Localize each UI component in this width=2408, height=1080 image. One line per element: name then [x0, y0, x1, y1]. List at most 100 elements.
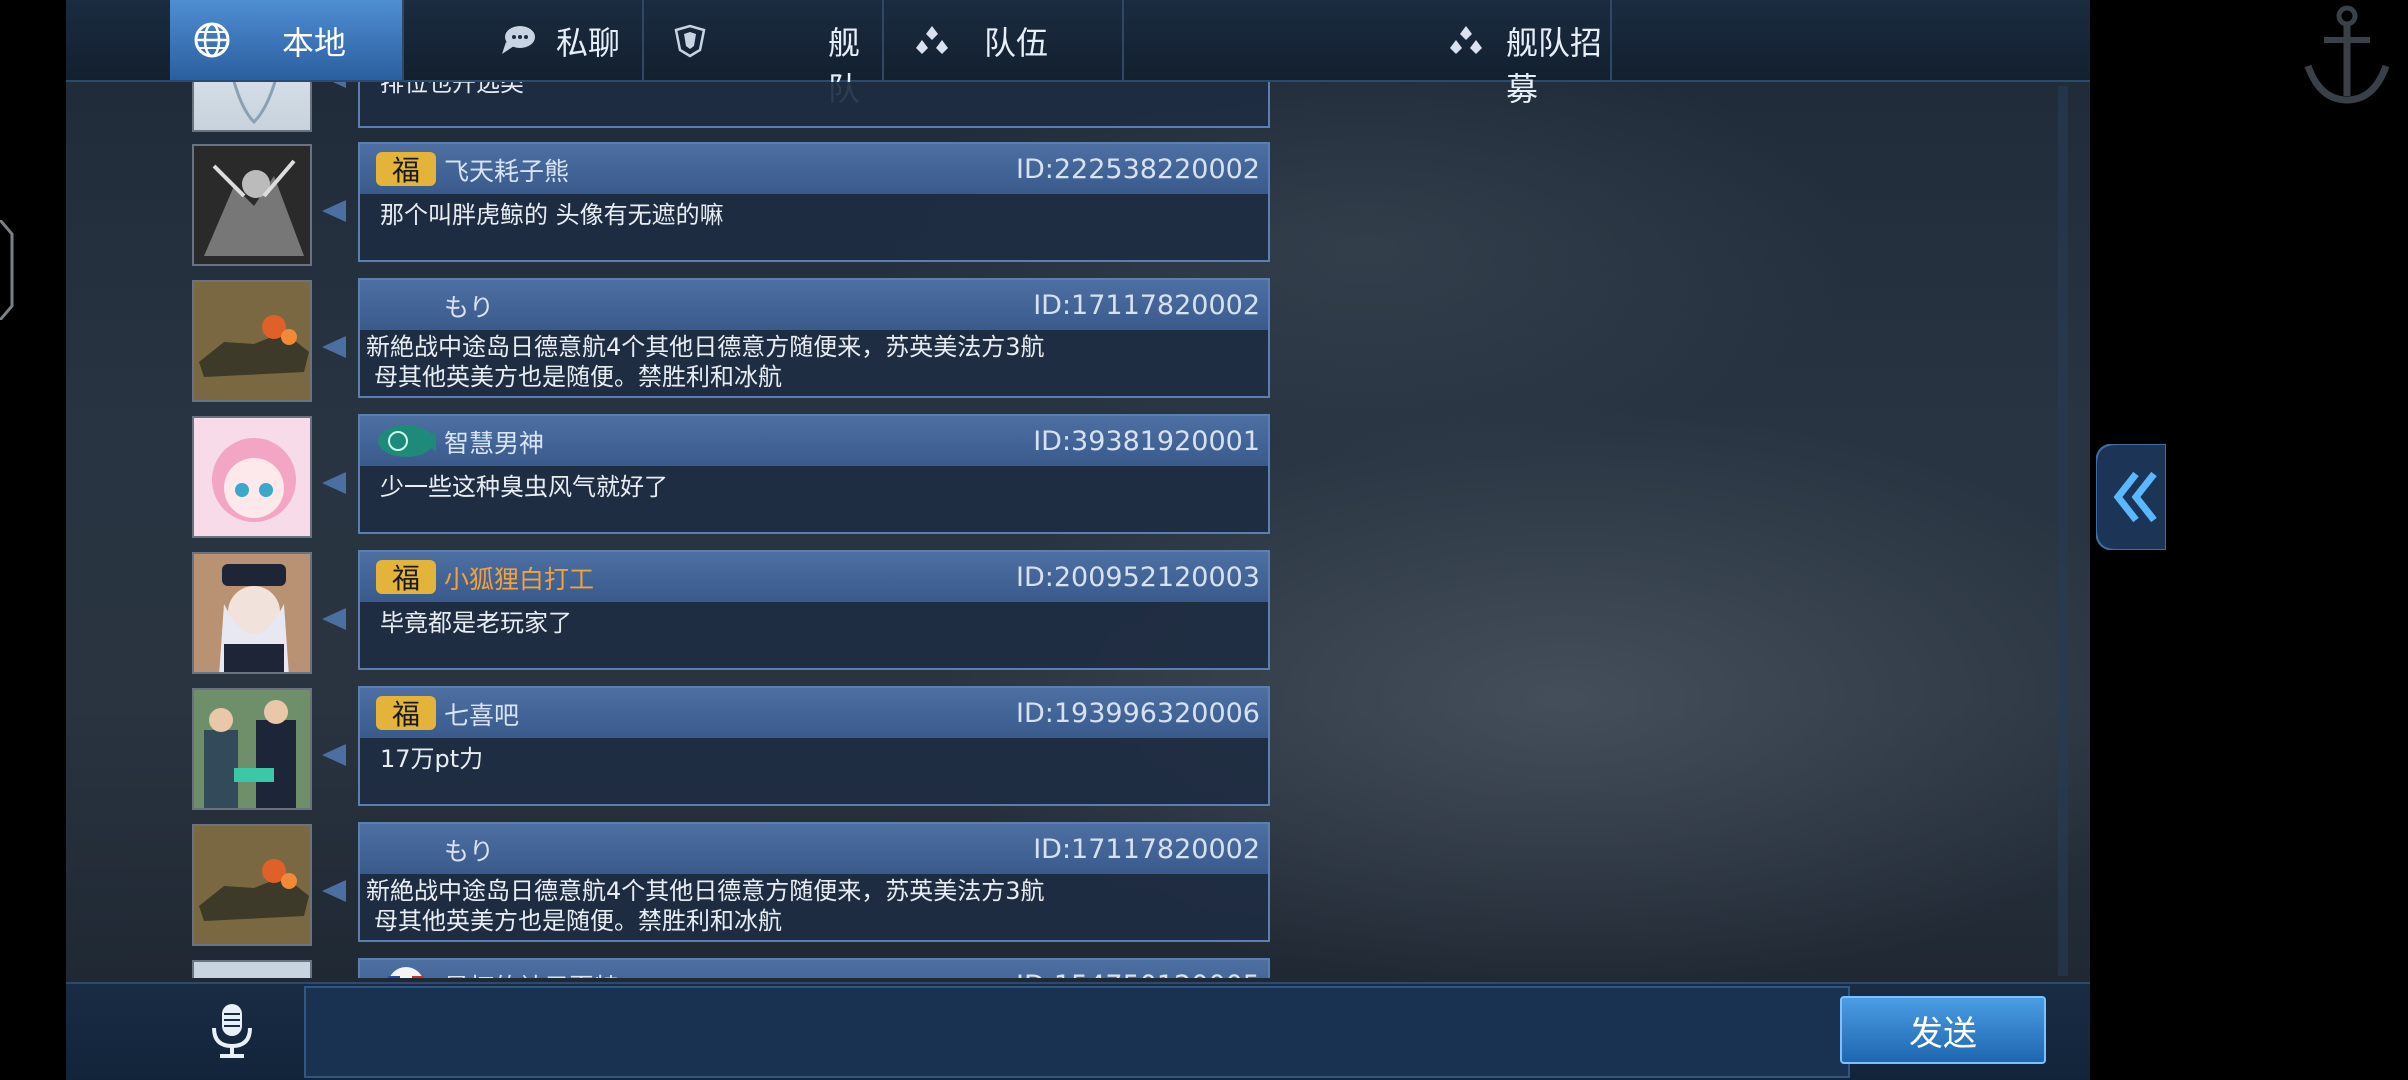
avatar[interactable] [192, 416, 312, 538]
tab-team[interactable]: 队伍 [884, 0, 1124, 80]
avatar[interactable] [192, 280, 312, 402]
tab-local[interactable]: 本地 [170, 0, 404, 80]
bubble-pointer [322, 744, 346, 766]
chat-scrollbar[interactable] [2058, 86, 2068, 976]
message-text: 毕竟都是老玩家了 [380, 609, 572, 637]
avatar[interactable] [192, 82, 312, 132]
message-header: 是杯的神子夏特 ID:154750120005 [360, 960, 1268, 978]
bubble-pointer [322, 82, 346, 88]
fu-badge-icon: 福 [376, 696, 436, 731]
message-bubble: 是杯的神子夏特 ID:154750120005 [358, 958, 1270, 978]
sender-id: ID:154750120005 [1016, 970, 1260, 978]
tab-fleet[interactable]: 舰队 [644, 0, 884, 108]
message-header: 智慧男神 ID:39381920001 [360, 416, 1268, 466]
list-item: 福 七喜吧 ID:193996320006 17万pt力 [166, 686, 1356, 814]
side-handle [0, 220, 14, 320]
flag-badge-icon [388, 967, 424, 978]
message-header: 福 七喜吧 ID:193996320006 [360, 688, 1268, 738]
globe-icon [194, 22, 230, 58]
bubble-pointer [322, 880, 346, 902]
message-line: 母其他英美方也是随便。禁胜利和冰航 [374, 363, 782, 391]
avatar-image [194, 690, 310, 808]
svg-text:福: 福 [392, 154, 420, 187]
avatar-image [194, 282, 310, 400]
avatar-image [194, 418, 310, 536]
list-item: もり ID:17117820002 新絶战中途岛日德意航4个其他日德意方随便来，… [166, 278, 1356, 406]
list-item: 福 飞天耗子熊 ID:222538220002 那个叫胖虎鲸的 头像有无遮的嘛 [166, 142, 1356, 270]
sender-name[interactable]: 是杯的神子夏特 [444, 968, 619, 978]
sender-name[interactable]: 小狐狸白打工 [444, 560, 594, 596]
avatar[interactable] [192, 688, 312, 810]
chat-input[interactable] [304, 986, 1850, 1078]
message-line: 母其他英美方也是随便。禁胜利和冰航 [374, 907, 782, 935]
svg-text:福: 福 [392, 562, 420, 595]
sender-name[interactable]: 七喜吧 [444, 696, 519, 732]
chat-message-list[interactable]: 排位也开选类 福 飞天耗子熊 ID:222538220002 那个叫胖虎鲸的 头… [166, 82, 1356, 978]
avatar[interactable] [192, 824, 312, 946]
bubble-pointer [322, 472, 346, 494]
send-button[interactable]: 发送 [1840, 996, 2046, 1064]
sender-id: ID:39381920001 [1033, 426, 1260, 457]
message-bubble: 福 小狐狸白打工 ID:200952120003 毕竟都是老玩家了 [358, 550, 1270, 670]
message-text: 新絶战中途岛日德意航4个其他日德意方随便来，苏英美法方3航 母其他英美方也是随便… [366, 332, 1236, 392]
message-header: もり ID:17117820002 [360, 280, 1268, 330]
chat-window: 本地 私聊 舰队 队伍 [66, 0, 2090, 1080]
message-bubble: 福 七喜吧 ID:193996320006 17万pt力 [358, 686, 1270, 806]
message-text: 新絶战中途岛日德意航4个其他日德意方随便来，苏英美法方3航 母其他英美方也是随便… [366, 876, 1236, 936]
message-bubble: 福 飞天耗子熊 ID:222538220002 那个叫胖虎鲸的 头像有无遮的嘛 [358, 142, 1270, 262]
message-text: 那个叫胖虎鲸的 头像有无遮的嘛 [380, 201, 724, 229]
anchor-icon [2304, 5, 2390, 104]
sender-id: ID:222538220002 [1016, 154, 1260, 185]
team-icon [916, 26, 948, 54]
message-header: 福 飞天耗子熊 ID:222538220002 [360, 144, 1268, 194]
list-item: 是杯的神子夏特 ID:154750120005 [166, 958, 1356, 978]
message-bubble: もり ID:17117820002 新絶战中途岛日德意航4个其他日德意方随便来，… [358, 822, 1270, 942]
sender-name[interactable]: 智慧男神 [444, 424, 544, 460]
message-bubble: 排位也开选类 [358, 82, 1270, 128]
bubble-pointer [322, 336, 346, 358]
sender-name[interactable]: もり [444, 832, 494, 868]
sender-name[interactable]: もり [444, 288, 494, 324]
avatar-image [194, 826, 310, 944]
avatar[interactable] [192, 960, 312, 978]
fleet-emblem-icon [674, 24, 706, 58]
avatar-image [194, 554, 310, 672]
message-header: もり ID:17117820002 [360, 824, 1268, 874]
tab-private-chat-label: 私聊 [556, 24, 621, 62]
avatar[interactable] [192, 552, 312, 674]
sender-name[interactable]: 飞天耗子熊 [444, 152, 569, 188]
list-item: 智慧男神 ID:39381920001 少一些这种臭虫风气就好了 [166, 414, 1356, 542]
tab-local-label: 本地 [282, 24, 347, 62]
tab-team-label: 队伍 [984, 24, 1049, 62]
tab-private-chat[interactable]: 私聊 [404, 0, 644, 80]
message-text: 17万pt力 [380, 745, 484, 773]
list-item: もり ID:17117820002 新絶战中途岛日德意航4个其他日德意方随便来，… [166, 822, 1356, 950]
fu-badge-icon: 福 [376, 152, 436, 187]
message-text: 排位也开选类 [380, 82, 524, 97]
avatar-image [232, 82, 277, 125]
sender-id: ID:193996320006 [1016, 698, 1260, 729]
tab-bar: 本地 私聊 舰队 队伍 [66, 0, 2090, 108]
collapse-panel-button[interactable] [2096, 444, 2166, 550]
fu-badge-icon: 福 [376, 560, 436, 595]
message-bubble: もり ID:17117820002 新絶战中途岛日德意航4个其他日德意方随便来，… [358, 278, 1270, 398]
bubble-pointer [322, 608, 346, 630]
sender-id: ID:200952120003 [1016, 562, 1260, 593]
avatar-image [194, 146, 310, 264]
message-line: 新絶战中途岛日德意航4个其他日德意方随便来，苏英美法方3航 [366, 333, 1045, 361]
sender-id: ID:17117820002 [1033, 290, 1260, 321]
speech-bubble-icon [502, 26, 535, 54]
message-bubble: 智慧男神 ID:39381920001 少一些这种臭虫风气就好了 [358, 414, 1270, 534]
tab-fleet-recruit[interactable]: 舰队招募 [1124, 0, 1612, 108]
list-item: 排位也开选类 [166, 82, 1356, 136]
message-text: 少一些这种臭虫风气就好了 [380, 473, 668, 501]
microphone-icon[interactable] [202, 1000, 262, 1060]
avatar[interactable] [192, 144, 312, 266]
list-item: 福 小狐狸白打工 ID:200952120003 毕竟都是老玩家了 [166, 550, 1356, 678]
fish-badge-icon [378, 425, 436, 457]
bubble-pointer [322, 200, 346, 222]
tab-fleet-recruit-label: 舰队招募 [1506, 24, 1603, 108]
message-line: 新絶战中途岛日德意航4个其他日德意方随便来，苏英美法方3航 [366, 877, 1045, 905]
message-header: 福 小狐狸白打工 ID:200952120003 [360, 552, 1268, 602]
recruit-icon [1450, 26, 1482, 54]
